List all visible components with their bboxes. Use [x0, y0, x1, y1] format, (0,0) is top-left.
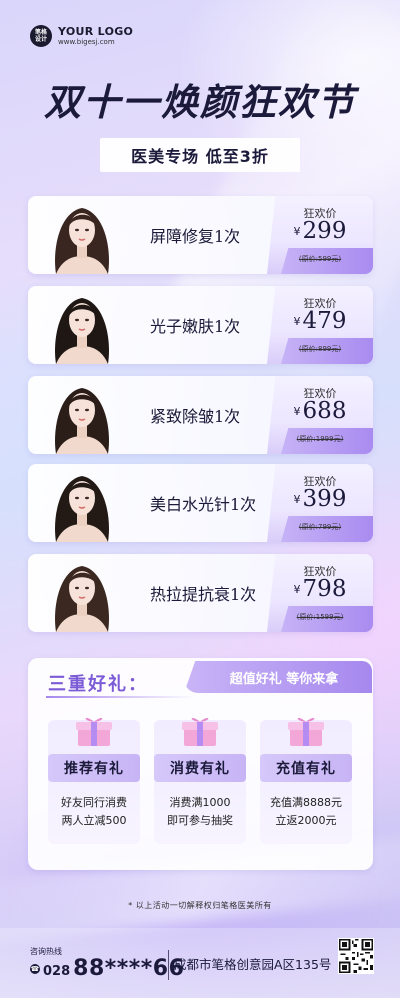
model-portrait-image [55, 476, 109, 542]
original-price: (原价:599元) [298, 255, 342, 263]
product-name: 屏障修复1次 [150, 227, 241, 246]
address: 成都市笔格创意园A区135号 [174, 957, 332, 972]
price-number: 299 [302, 218, 347, 244]
page-subtitle: 医美专场 低至3折 [100, 138, 300, 172]
gift-desc-line2: 立返2000元 [275, 814, 337, 827]
gift-desc-line2: 两人立减500 [61, 814, 127, 827]
price-number: 688 [302, 398, 347, 424]
product-card[interactable]: 热拉提抗衰1次 狂欢价 ¥798 (原价:1599元) [28, 554, 373, 632]
logo-mark-line2: 设计 [34, 36, 47, 43]
price-value: ¥688 [267, 398, 373, 424]
gift-card-consume[interactable]: 消费有礼 消费满1000 即可参与抽奖 [154, 717, 246, 844]
price-value: ¥479 [267, 308, 373, 334]
currency-symbol: ¥ [293, 583, 301, 596]
price-number: 399 [302, 486, 347, 512]
price-box: 狂欢价 ¥798 (原价:1599元) [267, 554, 373, 632]
price-box: 狂欢价 ¥479 (原价:899元) [267, 286, 373, 364]
model-portrait-image [55, 566, 109, 632]
qr-code-icon[interactable] [338, 938, 374, 974]
price-number: 798 [302, 576, 347, 602]
product-name: 紧致除皱1次 [150, 407, 241, 426]
gifts-tag: 超值好礼 等你来拿 [184, 661, 372, 693]
gift-desc-line1: 好友同行消费 [61, 796, 127, 809]
currency-symbol: ¥ [293, 493, 301, 506]
gift-label: 充值有礼 [260, 754, 352, 782]
price-value: ¥399 [267, 486, 373, 512]
disclaimer: * 以上活动一切解释权归笔格医美所有 [128, 901, 272, 910]
original-price: (原价:1599元) [296, 613, 344, 621]
logo-url: www.bigesj.com [58, 37, 115, 46]
price-box: 狂欢价 ¥688 (原价:1999元) [267, 376, 373, 454]
price-value: ¥798 [267, 576, 373, 602]
product-name: 光子嫩肤1次 [150, 317, 241, 336]
phone-icon: ☎ [30, 963, 40, 974]
hotline[interactable]: ☎ 028 88****66 [30, 956, 184, 981]
product-card[interactable]: 光子嫩肤1次 狂欢价 ¥479 (原价:899元) [28, 286, 373, 364]
product-card[interactable]: 屏障修复1次 狂欢价 ¥299 (原价:599元) [28, 196, 373, 274]
gift-description: 消费满1000 即可参与抽奖 [154, 794, 246, 830]
price-value: ¥299 [267, 218, 373, 244]
gift-card-recharge[interactable]: 充值有礼 充值满8888元 立返2000元 [260, 717, 352, 844]
page-title: 双十一焕颜狂欢节 [44, 80, 356, 124]
gift-box-icon [288, 717, 324, 746]
gift-card-referral[interactable]: 推荐有礼 好友同行消费 两人立减500 [48, 717, 140, 844]
product-name: 美白水光针1次 [150, 495, 257, 514]
price-box: 狂欢价 ¥399 (原价:799元) [267, 464, 373, 542]
model-portrait-image [55, 298, 109, 364]
original-price: (原价:899元) [298, 345, 342, 353]
price-box: 狂欢价 ¥299 (原价:599元) [267, 196, 373, 274]
product-card[interactable]: 紧致除皱1次 狂欢价 ¥688 (原价:1999元) [28, 376, 373, 454]
original-price: (原价:799元) [298, 523, 342, 531]
brand-logo: 笔格 设计 YOUR LOGO www.bigesj.com [30, 25, 133, 47]
product-name: 热拉提抗衰1次 [150, 585, 257, 604]
model-portrait-image [55, 208, 109, 274]
product-card[interactable]: 美白水光针1次 狂欢价 ¥399 (原价:799元) [28, 464, 373, 542]
gifts-title: 三重好礼： [48, 674, 148, 695]
gift-desc-line1: 消费满1000 [169, 796, 231, 809]
logo-mark: 笔格 设计 [30, 25, 52, 47]
hotline-area-code: 028 [43, 964, 71, 979]
gift-desc-line1: 充值满8888元 [270, 796, 342, 809]
footer-divider [168, 950, 169, 980]
currency-symbol: ¥ [293, 405, 301, 418]
gift-desc-line2: 即可参与抽奖 [167, 814, 233, 827]
gift-box-icon [76, 717, 112, 746]
gift-label: 推荐有礼 [48, 754, 140, 782]
logo-name: YOUR LOGO [58, 24, 134, 38]
price-number: 479 [302, 308, 347, 334]
gift-label: 消费有礼 [154, 754, 246, 782]
gift-description: 好友同行消费 两人立减500 [48, 794, 140, 830]
currency-symbol: ¥ [293, 225, 301, 238]
logo-mark-line1: 笔格 [34, 29, 47, 36]
gift-box-icon [182, 717, 218, 746]
gifts-title-underline [46, 696, 194, 698]
original-price: (原价:1999元) [296, 435, 344, 443]
gift-description: 充值满8888元 立返2000元 [260, 794, 352, 830]
model-portrait-image [55, 388, 109, 454]
currency-symbol: ¥ [293, 315, 301, 328]
